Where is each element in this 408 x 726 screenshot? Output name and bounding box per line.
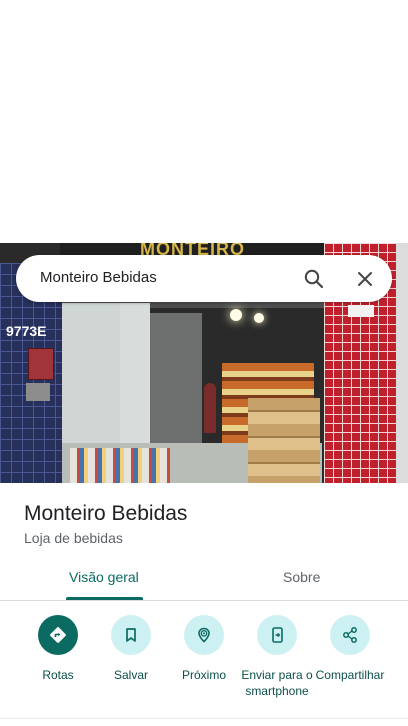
photo-right-edge <box>396 243 408 483</box>
photo-meter-box <box>26 383 50 401</box>
send-to-phone-icon <box>272 627 283 643</box>
place-title: Monteiro Bebidas <box>24 502 188 525</box>
bookmark-icon <box>126 628 136 642</box>
share-button-circle[interactable] <box>330 615 370 655</box>
photo-light <box>254 313 264 323</box>
directions-button[interactable]: Rotas <box>18 615 98 683</box>
sheet-divider <box>0 718 408 719</box>
save-button[interactable]: Salvar <box>91 615 171 683</box>
send-to-phone-button-circle[interactable] <box>257 615 297 655</box>
photo-address-number: 9773E <box>6 323 47 339</box>
place-details-sheet: Monteiro Bebidas Loja de bebidas Visão g… <box>0 483 408 726</box>
share-label: Compartilhar <box>315 668 385 682</box>
nearby-button[interactable]: Próximo <box>164 615 244 683</box>
send-to-phone-label: Enviar para o smartphone <box>241 668 313 698</box>
nearby-button-circle[interactable] <box>184 615 224 655</box>
send-to-phone-button[interactable]: Enviar para o smartphone <box>237 615 317 699</box>
photo-person <box>204 383 216 433</box>
place-category: Loja de bebidas <box>24 530 123 546</box>
close-icon[interactable] <box>354 268 376 290</box>
search-icon[interactable] <box>303 268 325 290</box>
search-query-text[interactable]: Monteiro Bebidas <box>40 269 157 287</box>
share-button[interactable]: Compartilhar <box>310 615 390 683</box>
directions-button-circle[interactable] <box>38 615 78 655</box>
photo-plate <box>348 305 374 317</box>
share-icon <box>343 627 357 643</box>
photo-door <box>150 313 202 453</box>
tab-bar: Visão geral Sobre <box>0 561 408 601</box>
photo-goods <box>70 448 170 483</box>
map-area-blank <box>0 0 408 243</box>
directions-icon <box>50 627 66 643</box>
tab-overview[interactable]: Visão geral <box>69 568 139 586</box>
tab-about[interactable]: Sobre <box>283 568 320 586</box>
save-label: Salvar <box>113 668 148 682</box>
search-bar[interactable]: Monteiro Bebidas <box>16 255 392 302</box>
nearby-icon <box>198 627 210 643</box>
directions-label: Rotas <box>42 668 74 682</box>
photo-light <box>230 309 242 321</box>
photo-electric-meter <box>28 348 54 380</box>
active-tab-indicator <box>66 597 143 600</box>
save-button-circle[interactable] <box>111 615 151 655</box>
nearby-label: Próximo <box>181 668 226 682</box>
photo-boxes <box>248 398 320 483</box>
action-buttons-row: Rotas Salvar Próximo Enviar para o smart… <box>0 615 408 715</box>
